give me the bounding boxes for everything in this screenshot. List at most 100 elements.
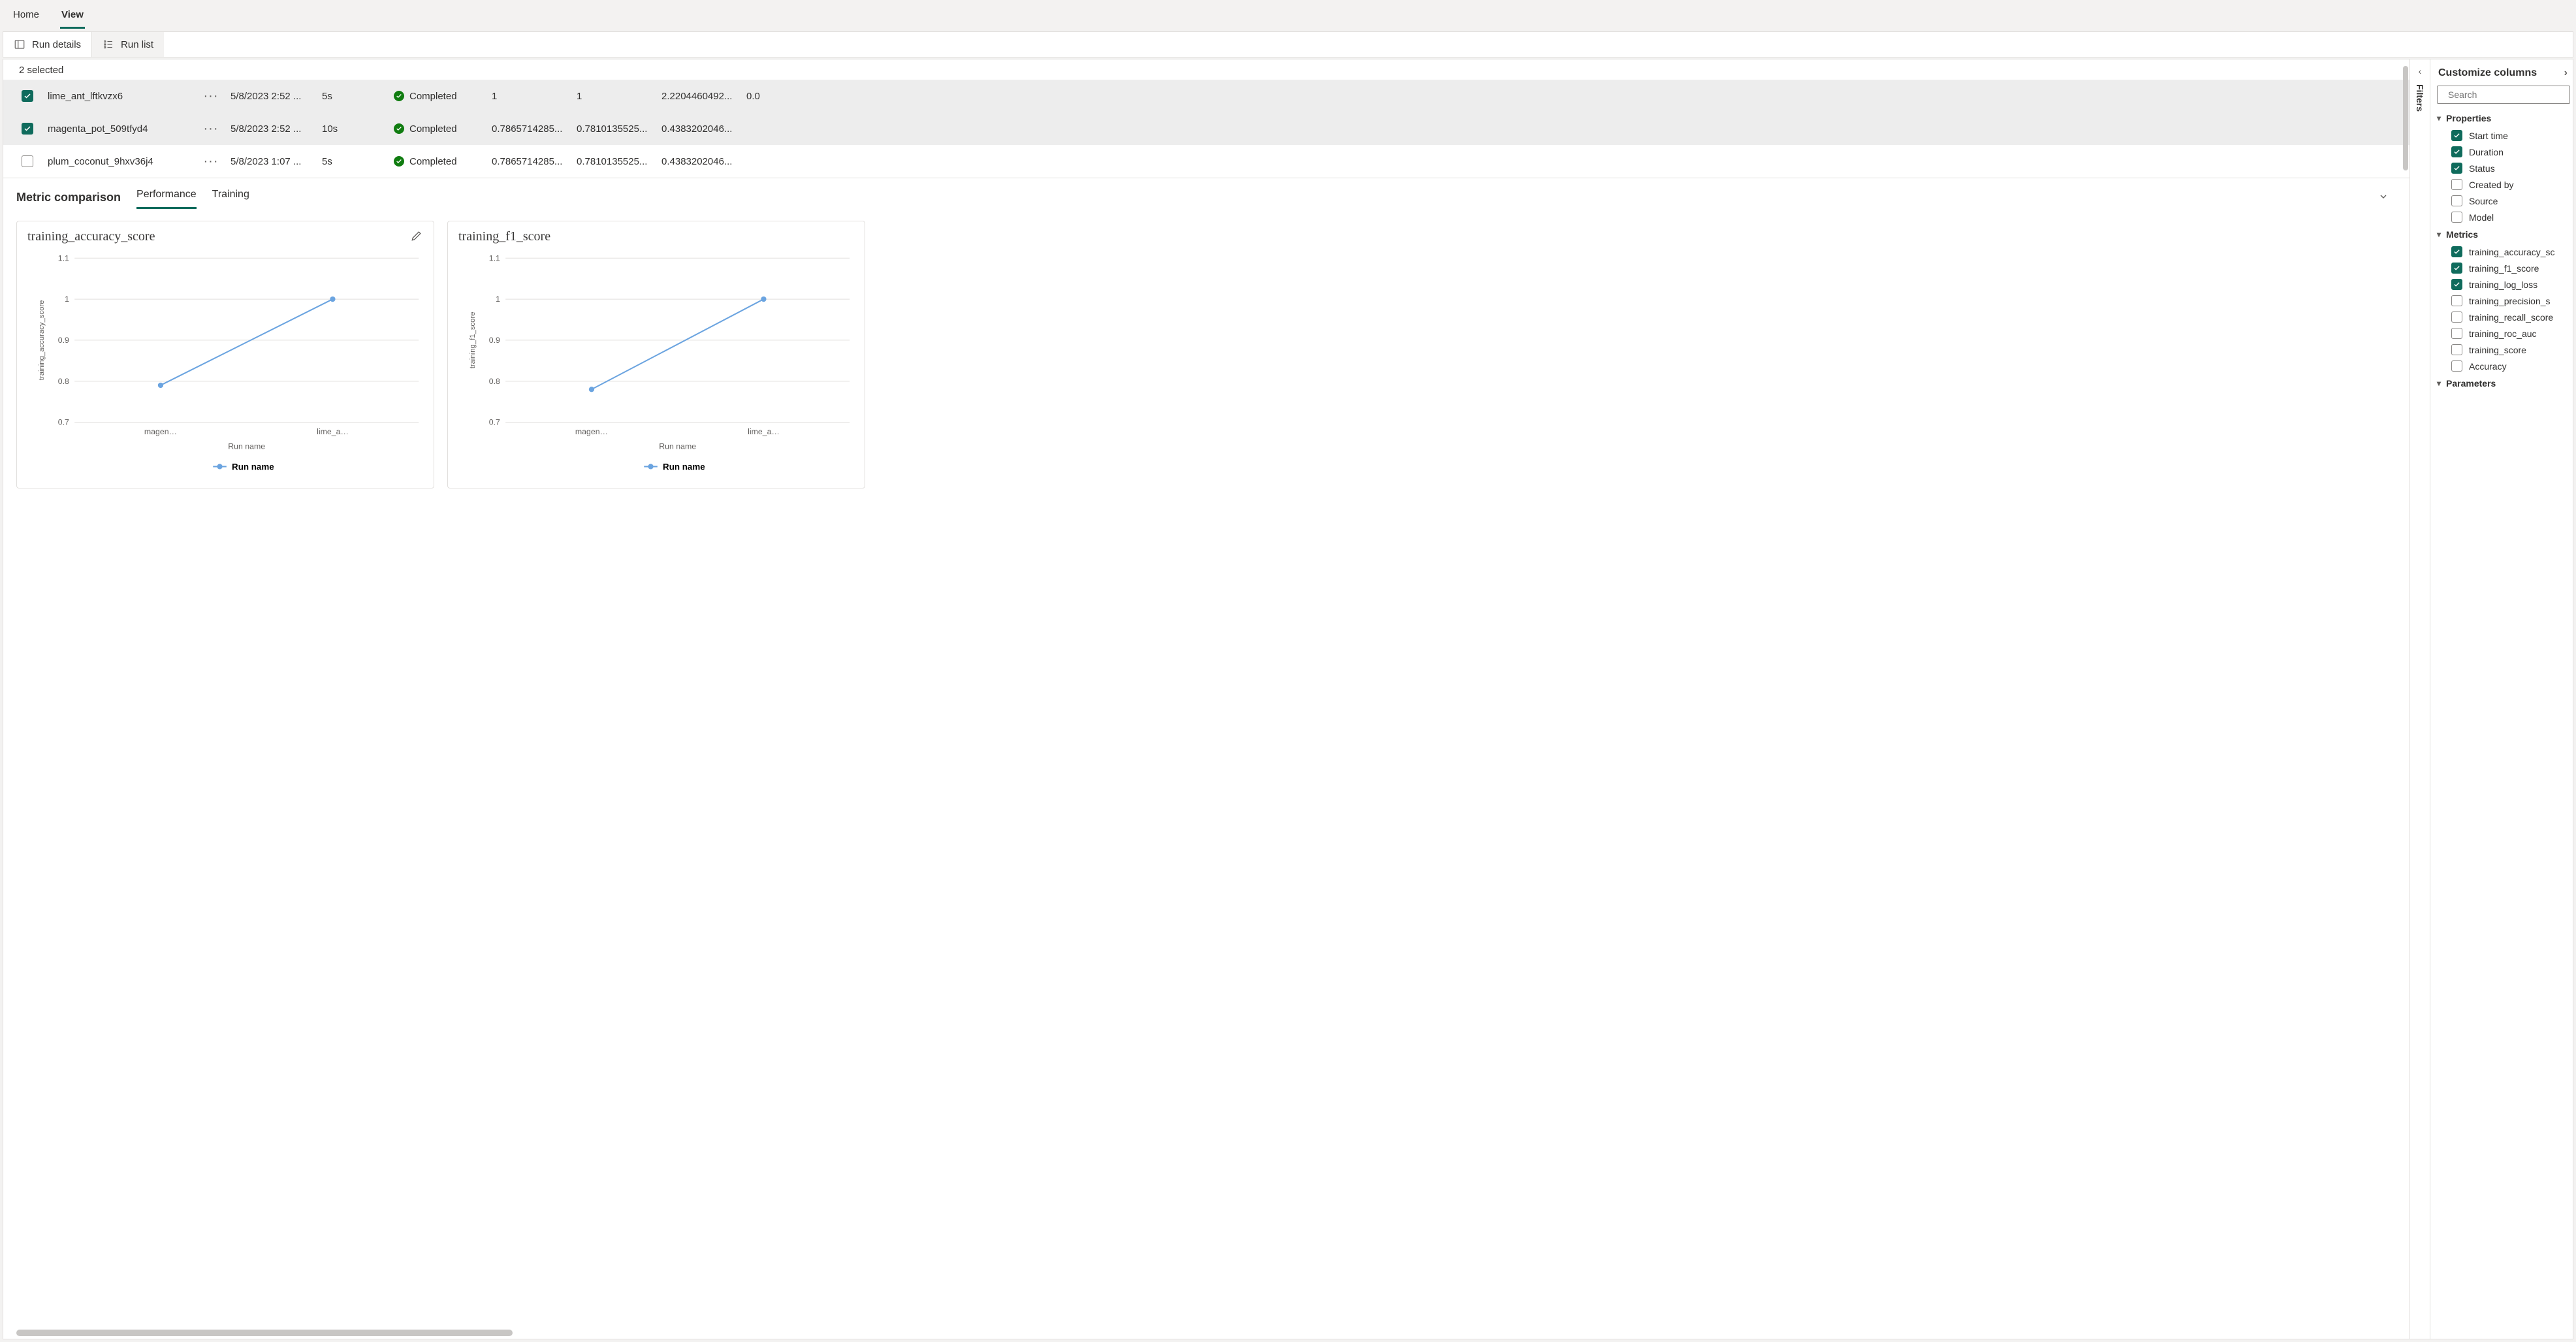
top-tab-view[interactable]: View [60,7,85,29]
chart-title: training_accuracy_score [27,229,423,244]
svg-text:training_f1_score: training_f1_score [469,312,477,368]
column-toggle[interactable]: training_f1_score [2451,260,2570,276]
table-row[interactable]: plum_coconut_9hxv36j4···5/8/2023 1:07 ..… [3,145,2409,178]
checkbox-icon [2451,360,2462,372]
metric-col-1: 1 [492,91,577,102]
svg-text:Run name: Run name [228,442,265,451]
row-more-icon[interactable]: ··· [191,121,231,136]
column-group-parameters[interactable]: ▾Parameters [2437,378,2570,389]
column-toggle[interactable]: training_score [2451,342,2570,358]
svg-text:0.8: 0.8 [489,377,500,386]
run-status: Completed [409,123,457,135]
column-toggle[interactable]: Accuracy [2451,358,2570,374]
top-tab-home[interactable]: Home [12,7,40,29]
status-success-icon [394,91,404,101]
column-group-properties[interactable]: ▾Properties [2437,113,2570,123]
svg-text:0.9: 0.9 [58,336,69,345]
svg-text:lime_a…: lime_a… [317,427,349,436]
column-toggle[interactable]: Start time [2451,127,2570,144]
checkbox-icon [2451,146,2462,157]
runs-table: lime_ant_lftkvzx6···5/8/2023 2:52 ...5sC… [3,80,2409,178]
run-time: 5/8/2023 1:07 ... [231,156,322,167]
top-nav: Home View [0,0,2576,29]
metric-col-3: 2.2204460492... [661,91,746,102]
filters-rail-label: Filters [2415,84,2425,112]
svg-text:magen…: magen… [575,427,608,436]
row-checkbox[interactable] [22,123,33,135]
run-time: 5/8/2023 2:52 ... [231,91,322,102]
run-name: plum_coconut_9hxv36j4 [48,156,191,167]
metric-col-1: 0.7865714285... [492,156,577,167]
checkbox-icon [2451,344,2462,355]
metric-tab-performance[interactable]: Performance [136,186,197,209]
column-toggle[interactable]: training_roc_auc [2451,325,2570,342]
toolbar: Run details Run list [3,31,2573,57]
svg-text:Run name: Run name [659,442,696,451]
customize-search[interactable] [2437,86,2570,104]
selected-count: 2 selected [3,59,2409,80]
checkbox-icon [2451,263,2462,274]
svg-text:lime_a…: lime_a… [748,427,780,436]
edit-icon[interactable] [410,229,423,242]
checkbox-icon [2451,328,2462,339]
svg-text:Run name: Run name [232,462,274,472]
metric-col-2: 0.7810135525... [577,123,661,135]
svg-text:1: 1 [496,295,500,304]
column-toggle[interactable]: Source [2451,193,2570,209]
column-toggle[interactable]: Duration [2451,144,2570,160]
column-toggle[interactable]: training_accuracy_sc [2451,244,2570,260]
svg-text:0.7: 0.7 [489,418,500,427]
row-checkbox[interactable] [22,90,33,102]
svg-text:training_accuracy_score: training_accuracy_score [38,300,46,381]
run-details-label: Run details [32,39,81,50]
metric-col-4: 0.0 [746,91,786,102]
row-checkbox[interactable] [22,155,33,167]
panel-left-icon [14,39,25,50]
metric-col-1: 0.7865714285... [492,123,577,135]
column-toggle[interactable]: Model [2451,209,2570,225]
left-pane: 2 selected lime_ant_lftkvzx6···5/8/2023 … [3,59,2410,1339]
column-toggle[interactable]: Status [2451,160,2570,176]
checkbox-icon [2451,212,2462,223]
list-icon [103,39,114,50]
svg-text:1.1: 1.1 [489,253,500,263]
row-more-icon[interactable]: ··· [191,89,231,104]
checkbox-icon [2451,195,2462,206]
svg-text:0.9: 0.9 [489,336,500,345]
run-duration: 5s [322,91,394,102]
status-success-icon [394,123,404,134]
row-more-icon[interactable]: ··· [191,154,231,169]
run-details-button[interactable]: Run details [3,32,91,57]
metric-col-3: 0.4383202046... [661,123,746,135]
customize-columns-title: Customize columns [2438,67,2537,79]
chevron-down-icon: ▾ [2437,114,2441,123]
column-toggle[interactable]: training_recall_score [2451,309,2570,325]
run-status: Completed [409,91,457,102]
table-row[interactable]: magenta_pot_509tfyd4···5/8/2023 2:52 ...… [3,112,2409,145]
table-scrollbar[interactable] [2403,66,2408,170]
horizontal-scrollbar[interactable] [16,1330,513,1336]
run-list-button[interactable]: Run list [91,32,164,57]
customize-search-input[interactable] [2448,89,2566,100]
chart-card: training_f1_score training_f1_score 0.7 0.8… [447,221,865,488]
column-toggle[interactable]: training_precision_s [2451,293,2570,309]
chart-title: training_f1_score [458,229,854,244]
chevron-right-icon[interactable]: › [2564,67,2568,79]
charts-row: training_accuracy_score training_accuracy… [3,209,2409,500]
svg-text:0.8: 0.8 [58,377,69,386]
column-group-metrics[interactable]: ▾Metrics [2437,229,2570,240]
chevron-down-icon: ▾ [2437,230,2441,239]
table-row[interactable]: lime_ant_lftkvzx6···5/8/2023 2:52 ...5sC… [3,80,2409,112]
svg-text:1: 1 [65,295,69,304]
column-toggle[interactable]: Created by [2451,176,2570,193]
metric-panel-collapse[interactable] [2378,191,2389,204]
metric-tab-training[interactable]: Training [212,186,249,209]
metric-col-3: 0.4383202046... [661,156,746,167]
filters-rail[interactable]: ‹ Filters [2410,59,2430,1339]
column-toggle[interactable]: training_log_loss [2451,276,2570,293]
metric-panel-title: Metric comparison [16,191,121,204]
chevron-down-icon: ▾ [2437,379,2441,388]
checkbox-icon [2451,279,2462,290]
customize-columns-panel: Customize columns › ▾Properties Start tim… [2430,59,2573,1339]
run-duration: 10s [322,123,394,135]
